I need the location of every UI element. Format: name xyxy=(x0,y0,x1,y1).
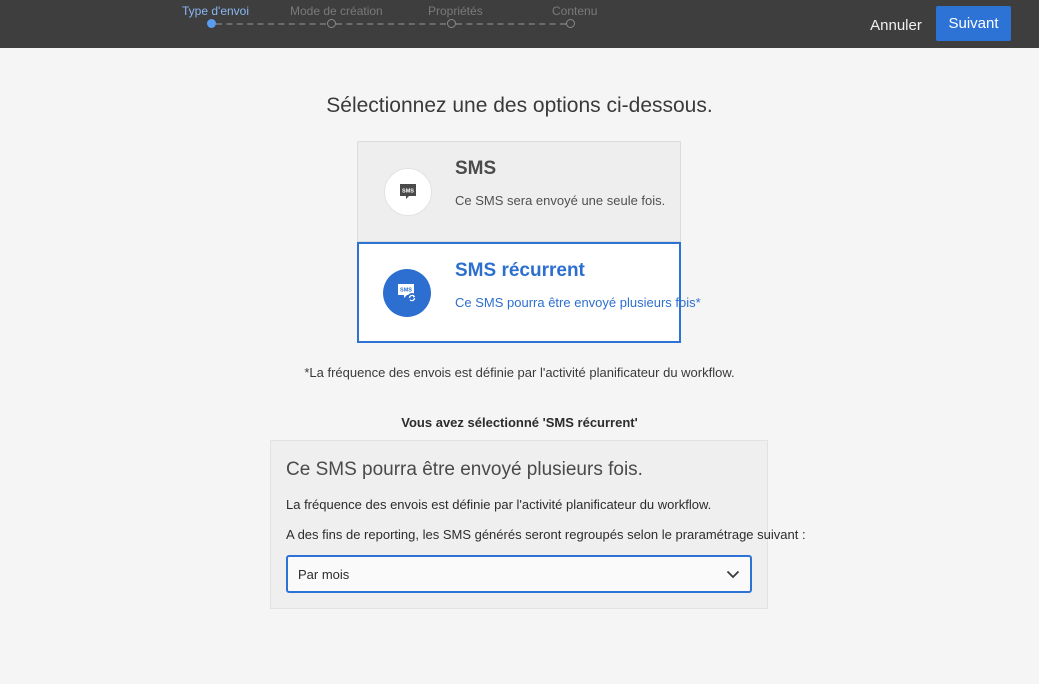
option-sms[interactable]: SMS SMS Ce SMS sera envoyé une seule foi… xyxy=(357,141,681,242)
step-proprietes[interactable]: Propriétés xyxy=(428,4,483,18)
grouping-select[interactable]: Par mois xyxy=(286,555,752,593)
sms-icon-text: SMS xyxy=(402,189,414,195)
panel-title: Ce SMS pourra être envoyé plusieurs fois… xyxy=(286,459,643,480)
step-connector xyxy=(216,23,326,25)
option-recurring-description: Ce SMS pourra être envoyé plusieurs fois… xyxy=(455,295,701,310)
option-sms-title: SMS xyxy=(455,158,497,179)
step-dot-active xyxy=(207,19,216,28)
panel-frequency-text: La fréquence des envois est définie par … xyxy=(286,497,712,512)
step-mode-creation[interactable]: Mode de création xyxy=(290,4,383,18)
details-panel: Ce SMS pourra être envoyé plusieurs fois… xyxy=(270,440,806,609)
step-dot xyxy=(566,19,575,28)
chevron-down-icon xyxy=(726,570,740,579)
wizard-steps: Type d'envoi Mode de création Propriétés… xyxy=(0,0,700,48)
panel-reporting-text: A des fins de reporting, les SMS générés… xyxy=(286,527,806,542)
step-connector xyxy=(336,23,446,25)
top-bar: Type d'envoi Mode de création Propriétés… xyxy=(0,0,1039,48)
option-sms-description: Ce SMS sera envoyé une seule fois. xyxy=(455,193,666,208)
step-connector xyxy=(456,23,566,25)
grouping-select-value: Par mois xyxy=(298,567,350,582)
sms-bubble-icon: SMS xyxy=(384,168,432,216)
next-button[interactable]: Suivant xyxy=(936,6,1011,41)
frequency-footnote: *La fréquence des envois est définie par… xyxy=(304,365,735,380)
step-type-envoi[interactable]: Type d'envoi xyxy=(182,4,249,18)
recurring-icon-text: SMS xyxy=(400,288,412,294)
cancel-button[interactable]: Annuler xyxy=(862,9,930,41)
selection-summary: Vous avez sélectionné 'SMS récurrent' xyxy=(401,415,638,430)
step-dot xyxy=(327,19,336,28)
recurring-sms-icon: SMS xyxy=(383,269,431,317)
step-contenu[interactable]: Contenu xyxy=(552,4,597,18)
option-recurring-sms[interactable]: SMS SMS récurrent Ce SMS pourra être env… xyxy=(357,242,701,343)
page-heading: Sélectionnez une des options ci-dessous. xyxy=(326,94,713,117)
option-recurring-title: SMS récurrent xyxy=(455,260,585,281)
step-dot xyxy=(447,19,456,28)
